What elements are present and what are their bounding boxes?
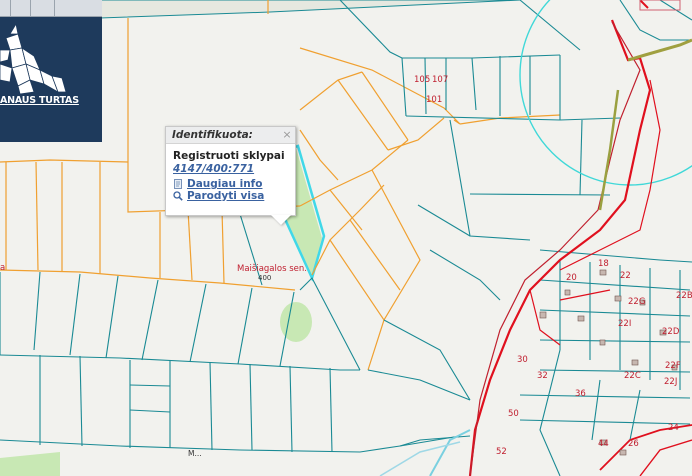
parcel-number: 18 (598, 259, 609, 269)
parcel-number: 105 (414, 75, 430, 85)
parcel-number: 22D (662, 327, 680, 337)
logo-text[interactable]: ANAUS TURTAS (0, 95, 102, 106)
parcel-number: 44 (598, 439, 609, 449)
parcel-small-label: 400 (258, 274, 271, 282)
popup-body: Registruoti sklypai 4147/400:771 Daugiau… (166, 144, 295, 208)
left-edge-label: a (0, 263, 5, 273)
popup-pointer (271, 215, 291, 225)
parcel-id-link[interactable]: 4147/400:771 (173, 163, 288, 175)
parcel-number: 52 (496, 447, 507, 457)
green-circle (280, 302, 312, 342)
toolbar-cell[interactable] (30, 0, 55, 16)
parcel-number: 20 (566, 273, 577, 283)
place-name-label: Maišiagalos sen. (237, 263, 307, 274)
parcel-number: 22G (628, 297, 645, 307)
popup-title: Registruoti sklypai (173, 150, 285, 162)
logo-panel[interactable]: ANAUS TURTAS (0, 0, 102, 142)
logo-toolbar (0, 0, 102, 17)
parcel-number: 22B (676, 291, 692, 301)
parcel-number: 24 (668, 423, 679, 433)
cadastral-map[interactable]: Maišiagalos sen. 400 a M... 105 107 101 … (0, 0, 692, 476)
more-info-link[interactable]: Daugiau info (173, 178, 288, 190)
close-icon[interactable]: × (281, 127, 293, 143)
parcel-number: 32 (537, 371, 548, 381)
show-all-link[interactable]: Parodyti visa (173, 190, 288, 202)
wolf-logo-icon (0, 22, 67, 94)
parcel-number: 22 (620, 271, 631, 281)
parcel-number: 101 (426, 95, 442, 105)
parcel-number: 22J (664, 377, 677, 387)
street-label: M... (188, 449, 202, 458)
parcel-number: 36 (575, 389, 586, 399)
parcel-number: 107 (432, 75, 448, 85)
parcel-number: 22F (665, 361, 681, 371)
show-all-label: Parodyti visa (187, 190, 265, 202)
document-icon (174, 179, 182, 189)
more-info-label: Daugiau info (187, 178, 263, 190)
popup-header: Identifikuota: (166, 127, 295, 144)
magnifier-icon (173, 191, 183, 201)
toolbar-cell[interactable] (10, 0, 31, 16)
parcel-number: 26 (628, 439, 639, 449)
identify-popup: Identifikuota: × Registruoti sklypai 414… (165, 126, 296, 225)
parcel-number: 50 (508, 409, 519, 419)
parcel-number: 22C (624, 371, 641, 381)
parcel-number: 22I (618, 319, 631, 329)
parcel-number: 30 (517, 355, 528, 365)
